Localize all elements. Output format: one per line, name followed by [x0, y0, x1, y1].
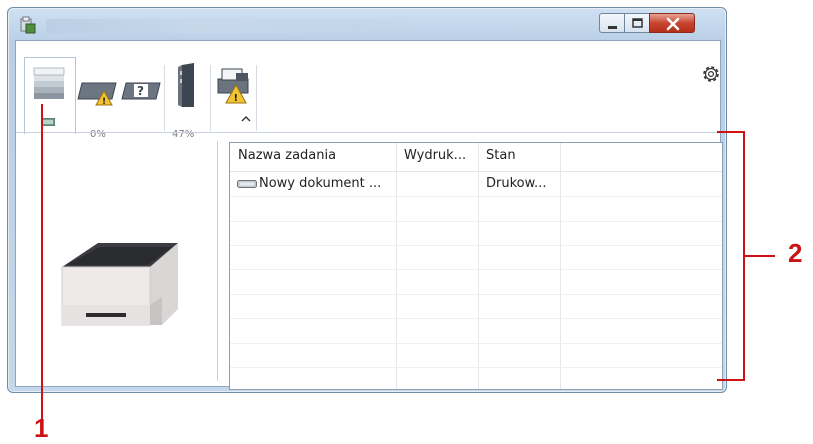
- row-line: [230, 196, 722, 197]
- table-row[interactable]: Nowy dokument ... Drukow...: [230, 172, 722, 196]
- row-line: [230, 294, 722, 295]
- job-status-indicator-icon: [41, 118, 55, 126]
- printer-image: [61, 243, 178, 326]
- column-header-job-name[interactable]: Nazwa zadania: [230, 143, 396, 171]
- tab-toner[interactable]: ? ! 0%: [76, 57, 164, 140]
- column-header-status[interactable]: Stan: [478, 143, 560, 171]
- device-preview-pane: [16, 133, 218, 386]
- client-area: ? ! 0% 47% ! Nazwa zadania Wydruk... Sta…: [15, 40, 723, 390]
- app-icon: [20, 16, 36, 34]
- close-button[interactable]: [649, 13, 695, 33]
- status-monitor-window: ? ! 0% 47% ! Nazwa zadania Wydruk... Sta…: [7, 7, 727, 393]
- chevron-up-icon[interactable]: [240, 113, 252, 125]
- callout-1-leader: [41, 104, 43, 420]
- pane-divider[interactable]: [217, 141, 218, 381]
- svg-text:?: ?: [137, 84, 144, 98]
- row-line: [230, 343, 722, 344]
- tab-separator: [164, 65, 165, 131]
- job-name-cell: Nowy dokument ...: [259, 176, 382, 191]
- job-status-cell: Drukow...: [486, 176, 547, 191]
- toner-warning-icon: ? !: [77, 82, 161, 107]
- svg-text:!: !: [102, 97, 106, 107]
- row-line: [230, 245, 722, 246]
- svg-text:!: !: [234, 93, 239, 104]
- device-warning-icon: !: [217, 68, 249, 104]
- callout-2-bracket-top: [717, 131, 745, 133]
- document-icon: [237, 180, 257, 188]
- column-header-printed[interactable]: Wydruk...: [396, 143, 478, 171]
- row-line: [230, 221, 722, 222]
- job-list: Nazwa zadania Wydruk... Stan Nowy dokume…: [229, 142, 723, 390]
- paper-tray-icon: [178, 63, 194, 107]
- close-icon: [666, 17, 680, 31]
- minimize-icon: [608, 26, 617, 29]
- callout-2-leader: [745, 255, 775, 257]
- callout-2-label: 2: [788, 238, 803, 268]
- row-line: [230, 367, 722, 368]
- job-list-header: Nazwa zadania Wydruk... Stan: [230, 143, 722, 172]
- tab-strip: ? ! 0% 47% !: [16, 41, 722, 140]
- row-line: [230, 318, 722, 319]
- tab-jobs[interactable]: [24, 57, 76, 134]
- gear-icon[interactable]: [700, 63, 722, 85]
- row-line: [230, 269, 722, 270]
- tab-separator: [210, 65, 211, 131]
- callout-2-bracket-bottom: [717, 379, 745, 381]
- tab-paper[interactable]: 47%: [166, 57, 210, 140]
- callout-1-label: 1: [34, 413, 49, 443]
- maximize-icon: [632, 18, 643, 28]
- title-bar[interactable]: [8, 8, 726, 40]
- window-title: [46, 19, 426, 33]
- print-queue-icon: [33, 67, 65, 99]
- tab-separator: [256, 65, 257, 131]
- minimize-button[interactable]: [599, 13, 625, 33]
- maximize-button[interactable]: [624, 13, 650, 33]
